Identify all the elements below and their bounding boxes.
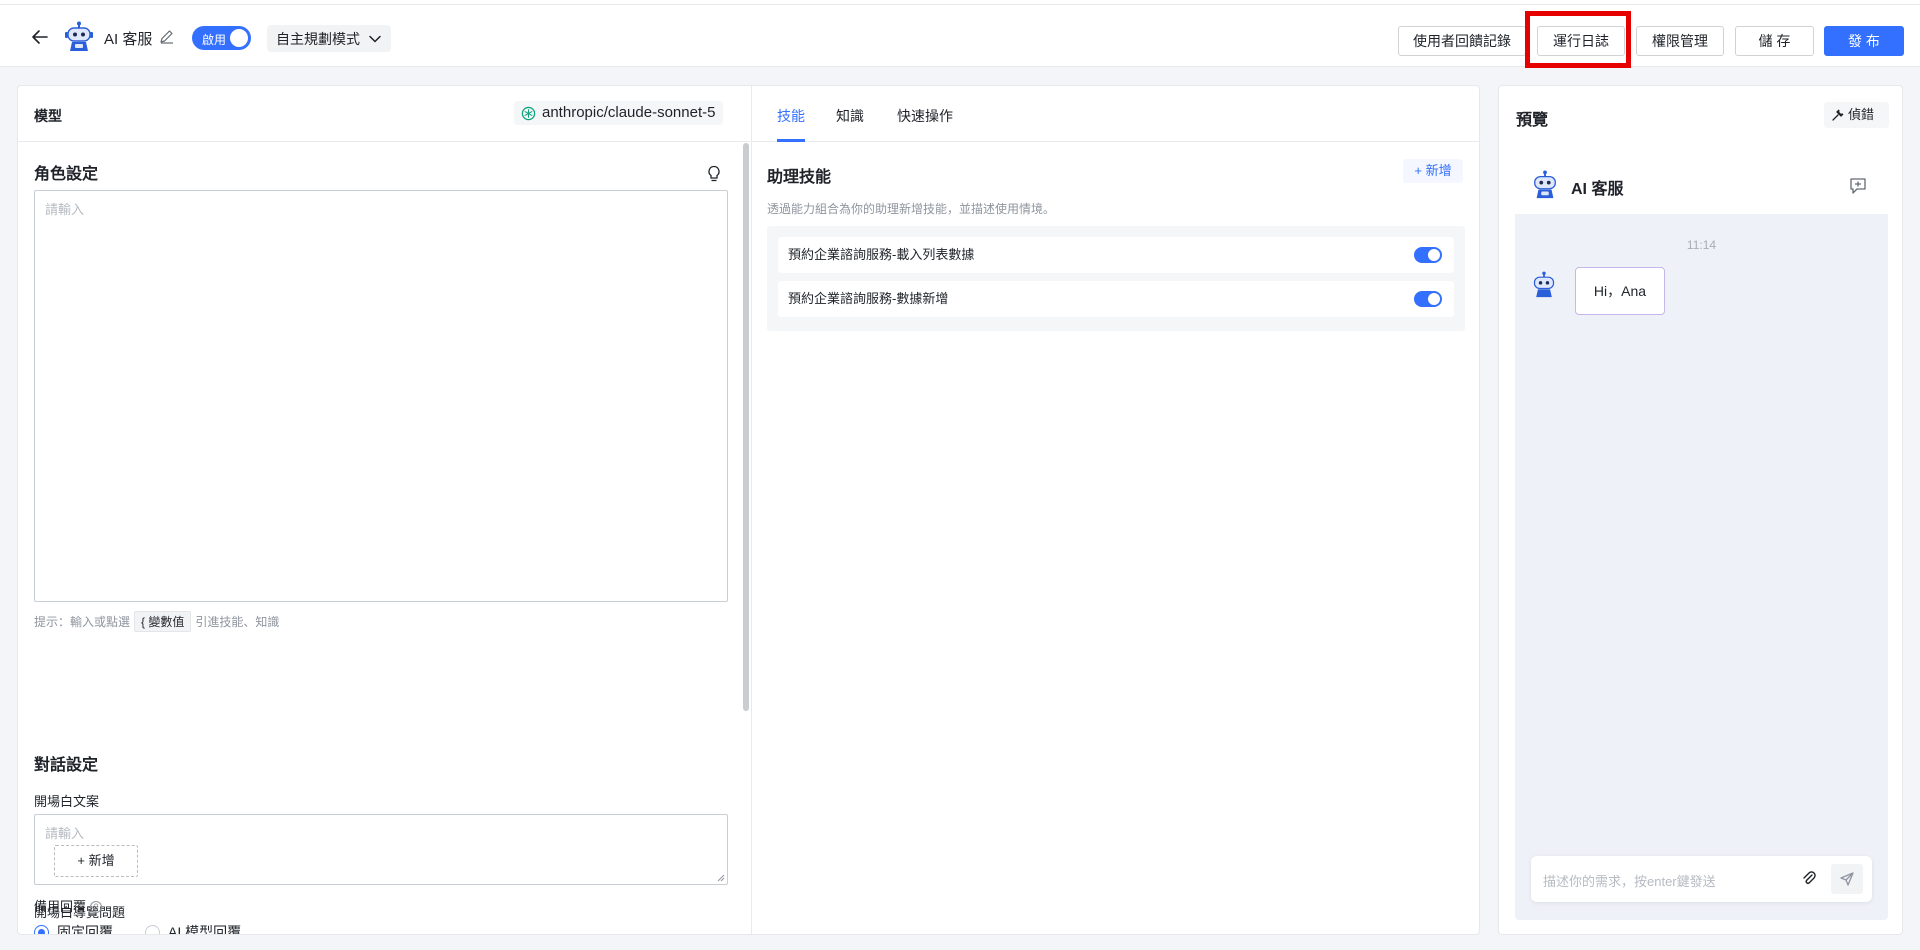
config-panel: 模型 anthropic/claude-sonnet-5 角色設定 請輸入 提示… bbox=[17, 85, 1480, 935]
skill-toggle[interactable] bbox=[1414, 291, 1442, 307]
feedback-log-button[interactable]: 使用者回饋記錄 bbox=[1398, 26, 1526, 56]
assistant-skills-title: 助理技能 bbox=[767, 169, 832, 186]
skills-description: 透過能力組合為你的助理新增技能，並描述使用情境。 bbox=[767, 202, 1056, 216]
skill-item[interactable]: 預約企業諮詢服務-載入列表數據 bbox=[778, 237, 1454, 273]
fallback-reply-text: 備用回覆 bbox=[34, 899, 87, 914]
tab-skills[interactable]: 技能 bbox=[777, 106, 805, 126]
model-bar: 模型 anthropic/claude-sonnet-5 bbox=[18, 86, 750, 142]
openai-logo-icon bbox=[521, 106, 536, 121]
fallback-reply-label: 備用回覆? bbox=[34, 896, 103, 915]
send-button[interactable] bbox=[1831, 864, 1863, 894]
save-button[interactable]: 儲 存 bbox=[1735, 26, 1814, 56]
app-header: AI 客服 啟用 自主規劃模式 使用者回饋記錄 運行日誌 權限管理 儲 存 發 … bbox=[0, 5, 1920, 68]
app-title: AI 客服 bbox=[104, 31, 153, 48]
debug-button[interactable]: 偵錯 bbox=[1824, 102, 1889, 128]
preview-title: 預覽 bbox=[1516, 112, 1549, 129]
persona-column: 模型 anthropic/claude-sonnet-5 角色設定 請輸入 提示… bbox=[18, 86, 750, 934]
persona-scroll-area[interactable]: 角色設定 請輸入 提示：輸入或點選 { 變數值 引進技能、知識 對話設定 開場白… bbox=[18, 143, 750, 934]
fallback-radio-group: 固定回覆 AI 模型回覆 bbox=[34, 922, 242, 935]
chat-header: AI 客服 bbox=[1515, 158, 1888, 214]
debug-label: 偵錯 bbox=[1848, 107, 1875, 122]
robot-avatar-icon bbox=[1534, 170, 1556, 199]
opening-text-label: 開場白文案 bbox=[34, 794, 100, 809]
enable-toggle[interactable]: 啟用 bbox=[192, 26, 251, 50]
help-icon[interactable]: ? bbox=[90, 901, 103, 913]
radio-ai-reply[interactable] bbox=[145, 924, 160, 934]
skill-item-label: 預約企業諮詢服務-載入列表數據 bbox=[788, 247, 975, 262]
role-hint: 提示：輸入或點選 { 變數值 引進技能、知識 bbox=[34, 611, 279, 632]
attachment-icon[interactable] bbox=[1801, 870, 1817, 888]
add-skill-button[interactable]: + 新增 bbox=[1403, 159, 1463, 183]
radio-fixed-reply[interactable] bbox=[34, 924, 49, 934]
model-label: 模型 bbox=[34, 108, 62, 124]
back-arrow-icon[interactable] bbox=[30, 27, 50, 47]
model-name: anthropic/claude-sonnet-5 bbox=[542, 104, 716, 121]
bot-avatar-icon bbox=[1533, 271, 1555, 298]
edit-pencil-icon[interactable] bbox=[159, 29, 174, 44]
role-settings-textarea[interactable]: 請輸入 bbox=[34, 190, 728, 602]
enable-toggle-label: 啟用 bbox=[202, 33, 227, 47]
chat-input-box[interactable]: 描述你的需求，按enter鍵發送 bbox=[1531, 856, 1872, 902]
tab-knowledge[interactable]: 知識 bbox=[836, 106, 864, 126]
skills-list: 預約企業諮詢服務-載入列表數據 預約企業諮詢服務-數據新增 bbox=[767, 226, 1465, 331]
active-tab-indicator bbox=[777, 139, 805, 142]
vertical-scrollbar[interactable] bbox=[743, 143, 749, 711]
toggle-knob bbox=[230, 29, 248, 47]
skills-column: 技能 知識 快速操作 助理技能 + 新增 透過能力組合為你的助理新增技能，並描述… bbox=[751, 86, 1479, 934]
run-log-button[interactable]: 運行日誌 bbox=[1537, 26, 1625, 56]
dialog-settings-title: 對話設定 bbox=[34, 757, 99, 774]
model-selector[interactable]: anthropic/claude-sonnet-5 bbox=[514, 101, 724, 125]
add-guide-question-button[interactable]: + 新增 bbox=[54, 845, 138, 877]
chat-preview: AI 客服 11:14 Hi，Ana 描述你的需求，按enter鍵發送 bbox=[1515, 158, 1888, 920]
role-settings-title: 角色設定 bbox=[34, 166, 99, 183]
tab-quick-actions[interactable]: 快速操作 bbox=[897, 106, 953, 126]
wrench-icon bbox=[1832, 109, 1844, 121]
publish-button[interactable]: 發 布 bbox=[1824, 26, 1904, 56]
hint-suffix: 引進技能、知識 bbox=[195, 615, 280, 629]
hint-prefix: 提示：輸入或點選 bbox=[34, 615, 131, 629]
skill-item-label: 預約企業諮詢服務-數據新增 bbox=[788, 291, 949, 306]
chevron-down-icon bbox=[369, 35, 381, 43]
chat-input-placeholder: 描述你的需求，按enter鍵發送 bbox=[1543, 874, 1716, 889]
resize-handle-icon[interactable] bbox=[717, 874, 725, 882]
bot-message-bubble: Hi，Ana bbox=[1575, 267, 1665, 315]
skill-toggle[interactable] bbox=[1414, 247, 1442, 263]
lightbulb-icon[interactable] bbox=[706, 165, 722, 183]
robot-avatar-icon bbox=[65, 21, 93, 51]
skill-item[interactable]: 預約企業諮詢服務-數據新增 bbox=[778, 281, 1454, 317]
config-tabs: 技能 知識 快速操作 bbox=[752, 86, 1479, 142]
preview-panel: 預覽 偵錯 AI 客服 11:14 Hi，Ana 描述你的需求，按enter鍵發… bbox=[1498, 85, 1903, 935]
radio-fixed-reply-label: 固定回覆 bbox=[57, 924, 113, 935]
chat-bot-name: AI 客服 bbox=[1571, 181, 1624, 198]
send-icon bbox=[1840, 872, 1854, 886]
message-timestamp: 11:14 bbox=[1686, 238, 1717, 252]
mode-dropdown-value: 自主規劃模式 bbox=[276, 31, 360, 47]
role-settings-placeholder: 請輸入 bbox=[45, 202, 85, 217]
variable-chip[interactable]: { 變數值 bbox=[134, 611, 192, 632]
opening-text-placeholder: 請輸入 bbox=[45, 826, 85, 841]
new-chat-icon[interactable] bbox=[1848, 177, 1868, 195]
opening-text-textarea[interactable]: 請輸入 bbox=[34, 814, 728, 885]
mode-dropdown[interactable]: 自主規劃模式 bbox=[267, 25, 391, 52]
permissions-button[interactable]: 權限管理 bbox=[1636, 26, 1724, 56]
radio-ai-reply-label: AI 模型回覆 bbox=[168, 924, 242, 935]
